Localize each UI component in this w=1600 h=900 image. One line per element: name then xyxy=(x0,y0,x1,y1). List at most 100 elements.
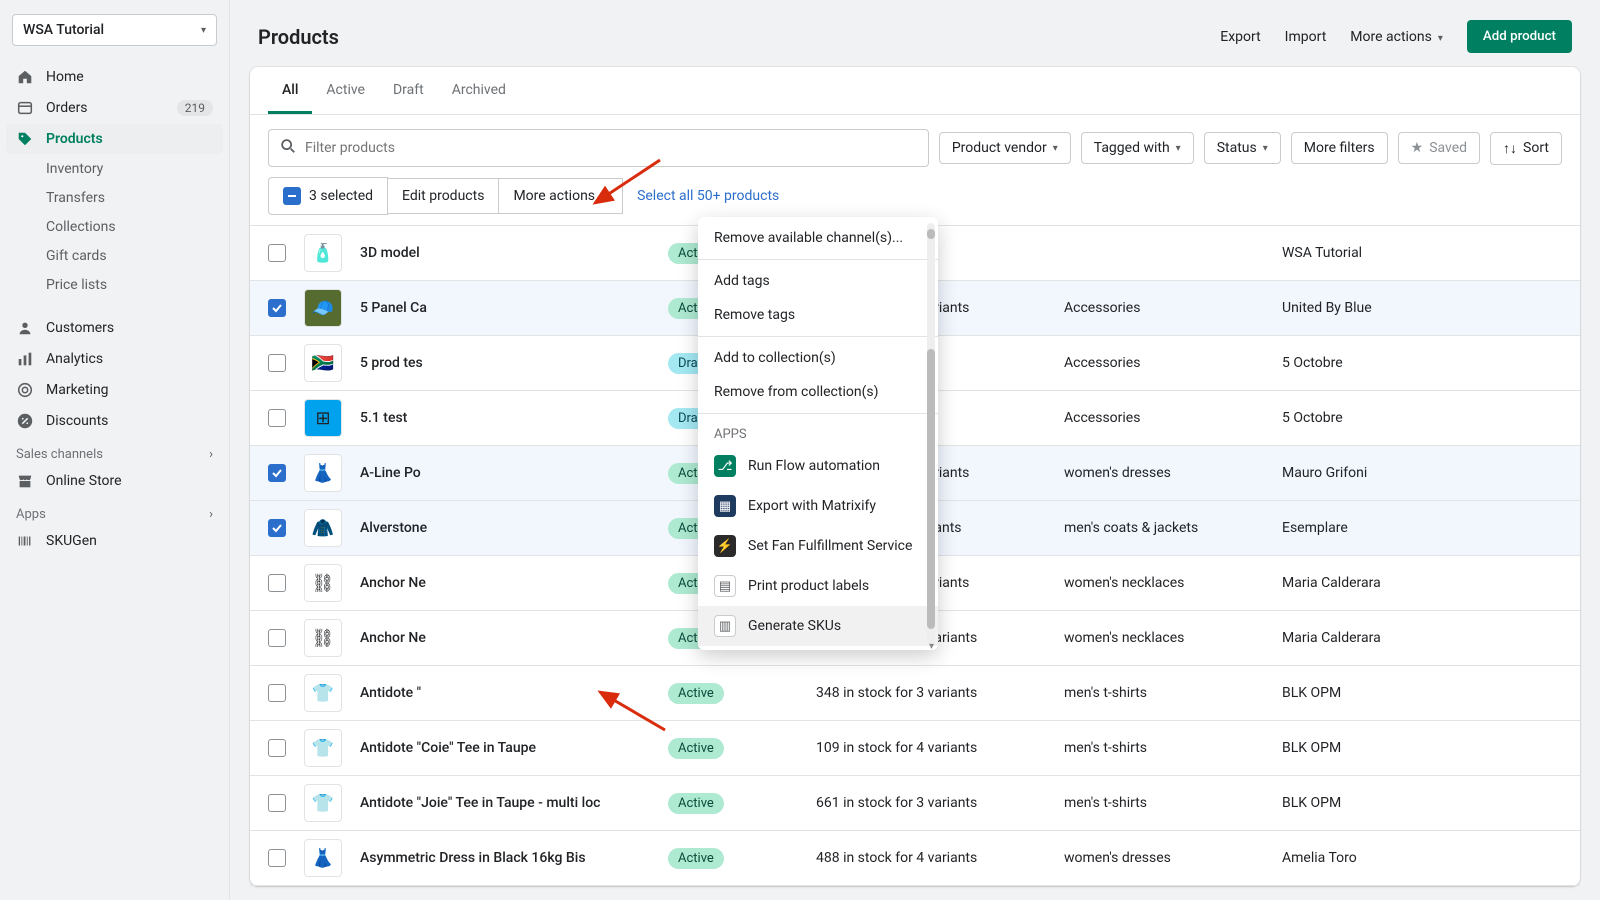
dd-fan[interactable]: ⚡Set Fan Fulfillment Service xyxy=(698,526,938,566)
product-title[interactable]: 5 prod tes xyxy=(360,355,650,371)
row-checkbox[interactable] xyxy=(268,684,286,702)
caret-down-icon: ▾ xyxy=(1176,143,1181,154)
sales-channels-header[interactable]: Sales channels› xyxy=(0,437,229,466)
tab-active[interactable]: Active xyxy=(312,67,379,114)
product-title[interactable]: A-Line Po xyxy=(360,465,650,481)
header-more-actions[interactable]: More actions xyxy=(1350,29,1443,45)
nav-transfers[interactable]: Transfers xyxy=(6,184,223,212)
nav-online-store[interactable]: Online Store xyxy=(6,466,223,496)
tab-all[interactable]: All xyxy=(268,67,312,114)
product-title[interactable]: Antidote " xyxy=(360,685,650,701)
nav-customers[interactable]: Customers xyxy=(6,313,223,343)
store-selector[interactable]: WSA Tutorial ▾ xyxy=(12,14,217,46)
product-type: men's t-shirts xyxy=(1064,795,1264,811)
row-checkbox[interactable] xyxy=(268,409,286,427)
product-title[interactable]: Antidote "Coie" Tee in Taupe xyxy=(360,740,650,756)
row-checkbox[interactable] xyxy=(268,519,286,537)
product-vendor: Mauro Grifoni xyxy=(1282,465,1562,481)
nav-orders[interactable]: Orders219 xyxy=(6,93,223,123)
product-thumbnail: 🧥 xyxy=(304,509,342,547)
store-name: WSA Tutorial xyxy=(23,22,104,38)
bulk-selected-count[interactable]: 3 selected xyxy=(268,177,388,215)
row-checkbox[interactable] xyxy=(268,574,286,592)
product-vendor: 5 Octobre xyxy=(1282,355,1562,371)
bulk-more-actions[interactable]: More actions▾ xyxy=(499,178,623,214)
table-row[interactable]: 👕Antidote "Active348 in stock for 3 vari… xyxy=(250,666,1580,721)
dropdown-scrollbar[interactable] xyxy=(927,223,935,644)
product-title[interactable]: Alverstone xyxy=(360,520,650,536)
row-checkbox[interactable] xyxy=(268,794,286,812)
dd-matrixify[interactable]: ▦Export with Matrixify xyxy=(698,486,938,526)
product-type: men's coats & jackets xyxy=(1064,520,1264,536)
apps-header[interactable]: Apps› xyxy=(0,497,229,526)
nav-home[interactable]: Home xyxy=(6,62,223,92)
filter-saved[interactable]: ★Saved xyxy=(1398,132,1480,164)
tab-draft[interactable]: Draft xyxy=(379,67,438,114)
table-row[interactable]: 👗Asymmetric Dress in Black 16kg BisActiv… xyxy=(250,831,1580,886)
product-vendor: BLK OPM xyxy=(1282,740,1562,756)
sort-button[interactable]: ↑↓Sort xyxy=(1490,132,1562,165)
row-checkbox[interactable] xyxy=(268,629,286,647)
product-type: Accessories xyxy=(1064,355,1264,371)
select-all-link[interactable]: Select all 50+ products xyxy=(637,188,779,204)
checkbox-indeterminate-icon[interactable] xyxy=(283,187,301,205)
product-status: Active xyxy=(668,793,798,814)
product-type: men's t-shirts xyxy=(1064,740,1264,756)
skugen-app-icon: ▥ xyxy=(714,615,736,637)
row-checkbox[interactable] xyxy=(268,244,286,262)
tab-archived[interactable]: Archived xyxy=(438,67,520,114)
nav-giftcards[interactable]: Gift cards xyxy=(6,242,223,270)
flow-app-icon: ⎇ xyxy=(714,455,736,477)
analytics-icon xyxy=(16,350,34,368)
product-title[interactable]: 5 Panel Ca xyxy=(360,300,650,316)
product-title[interactable]: 5.1 test xyxy=(360,410,650,426)
filter-vendor[interactable]: Product vendor▾ xyxy=(939,132,1071,164)
nav-collections[interactable]: Collections xyxy=(6,213,223,241)
page-title: Products xyxy=(258,25,339,49)
export-button[interactable]: Export xyxy=(1220,29,1260,45)
nav-skugen[interactable]: SKUGen xyxy=(6,526,223,556)
dd-add-collection[interactable]: Add to collection(s) xyxy=(698,341,938,375)
row-checkbox[interactable] xyxy=(268,849,286,867)
import-button[interactable]: Import xyxy=(1285,29,1327,45)
bulk-edit-products[interactable]: Edit products xyxy=(388,178,499,214)
nav-discounts[interactable]: Discounts xyxy=(6,406,223,436)
row-checkbox[interactable] xyxy=(268,739,286,757)
product-type: men's t-shirts xyxy=(1064,685,1264,701)
nav-analytics[interactable]: Analytics xyxy=(6,344,223,374)
dd-print-labels[interactable]: ▤Print product labels xyxy=(698,566,938,606)
product-type: Accessories xyxy=(1064,410,1264,426)
filter-status[interactable]: Status▾ xyxy=(1204,132,1281,164)
search-field[interactable] xyxy=(268,129,929,167)
dd-remove-channels[interactable]: Remove available channel(s)... xyxy=(698,221,938,255)
nav-marketing[interactable]: Marketing xyxy=(6,375,223,405)
table-row[interactable]: 👕Antidote "Joie" Tee in Taupe - multi lo… xyxy=(250,776,1580,831)
product-status: Active xyxy=(668,738,798,759)
customers-icon xyxy=(16,319,34,337)
product-title[interactable]: Anchor Ne xyxy=(360,575,650,591)
dd-run-flow[interactable]: ⎇Run Flow automation xyxy=(698,446,938,486)
dd-remove-tags[interactable]: Remove tags xyxy=(698,298,938,332)
row-checkbox[interactable] xyxy=(268,354,286,372)
row-checkbox[interactable] xyxy=(268,299,286,317)
caret-down-icon: ▾ xyxy=(603,191,608,202)
dd-add-tags[interactable]: Add tags xyxy=(698,264,938,298)
product-thumbnail: 🧢 xyxy=(304,289,342,327)
product-title[interactable]: Antidote "Joie" Tee in Taupe - multi loc xyxy=(360,795,650,811)
nav-pricelists[interactable]: Price lists xyxy=(6,271,223,299)
filter-tagged[interactable]: Tagged with▾ xyxy=(1081,132,1194,164)
search-input[interactable] xyxy=(305,140,918,156)
dd-remove-collection[interactable]: Remove from collection(s) xyxy=(698,375,938,409)
dd-generate-skus[interactable]: ▥Generate SKUs xyxy=(698,606,938,646)
nav-inventory[interactable]: Inventory xyxy=(6,155,223,183)
product-title[interactable]: 3D model xyxy=(360,245,650,261)
product-type: women's necklaces xyxy=(1064,575,1264,591)
nav-products[interactable]: Products xyxy=(6,124,223,154)
table-row[interactable]: 👕Antidote "Coie" Tee in TaupeActive109 i… xyxy=(250,721,1580,776)
product-title[interactable]: Asymmetric Dress in Black 16kg Bis xyxy=(360,850,650,866)
filter-more[interactable]: More filters xyxy=(1291,132,1388,164)
product-title[interactable]: Anchor Ne xyxy=(360,630,650,646)
row-checkbox[interactable] xyxy=(268,464,286,482)
tabs: All Active Draft Archived xyxy=(250,67,1580,115)
add-product-button[interactable]: Add product xyxy=(1467,20,1572,53)
